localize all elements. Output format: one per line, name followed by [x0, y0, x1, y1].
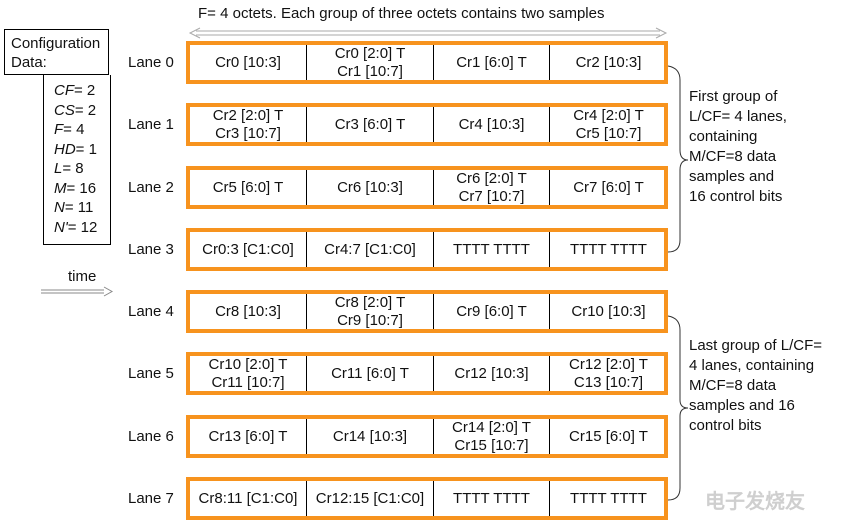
last-group-note: Last group of L/CF= 4 lanes, containing … — [689, 337, 822, 434]
param-name: CF — [54, 82, 74, 99]
config-param: HD= 1 — [54, 140, 110, 160]
lane-label: Lane 0 — [128, 54, 174, 71]
octet-cell: Cr14 [10:3] — [307, 419, 434, 454]
param-value: = 2 — [74, 101, 97, 119]
octet-cell: Cr5 [6:0] T — [190, 170, 307, 205]
configuration-title: Configuration Data: — [4, 29, 109, 75]
octet-cell: Cr7 [6:0] T — [573, 178, 644, 196]
config-param: L= 8 — [54, 159, 110, 179]
octet-cell: TTTT TTTT — [434, 232, 550, 267]
octet-cell: Cr4:7 [C1:C0] — [307, 232, 434, 267]
octet-cell: Cr0 [10:3] — [190, 45, 307, 80]
last-group-brace — [667, 315, 689, 501]
param-value: = 16 — [66, 179, 97, 197]
octet-cell: Cr15 [6:0] T — [569, 427, 648, 445]
param-value: = 2 — [74, 82, 96, 99]
config-param: CS= 2 — [54, 101, 110, 121]
lane-label: Lane 6 — [128, 428, 174, 445]
watermark-logo: 电子发烧友 — [705, 491, 805, 513]
param-name: M — [54, 179, 67, 197]
octet-cell: Cr2 [10:3] — [575, 53, 642, 71]
config-param: F= 4 — [54, 120, 110, 140]
lane-box: Cr8 [10:3] Cr8 [2:0] T Cr9 [10:7] Cr9 [6:0… — [186, 290, 668, 333]
lane-box: Cr0:3 [C1:C0] Cr4:7 [C1:C0] TTTT TTTT TTTT … — [186, 228, 668, 271]
octet-cell: Cr14 [2:0] T Cr15 [10:7] — [434, 419, 550, 454]
lane-box: Cr10 [2:0] T Cr11 [10:7] Cr11 [6:0] T Cr12… — [186, 352, 668, 395]
param-value: = 11 — [64, 199, 94, 216]
param-value: = 8 — [62, 160, 84, 177]
octet-cell: Cr6 [2:0] T Cr7 [10:7] — [434, 170, 550, 205]
param-name: HD — [54, 140, 76, 158]
lane-label: Lane 2 — [128, 179, 174, 196]
lane-box: Cr5 [6:0] T Cr6 [10:3] Cr6 [2:0] T Cr7 [10… — [186, 166, 668, 209]
octet-cell: Cr10 [2:0] T Cr11 [10:7] — [190, 356, 307, 391]
first-group-brace — [667, 65, 689, 253]
octet-cell: Cr12 [2:0] T C13 [10:7] — [569, 355, 648, 391]
param-name: F — [54, 121, 64, 138]
first-group-note: First group of L/CF= 4 lanes, containing… — [689, 88, 787, 205]
octet-cell: Cr8 [2:0] T Cr9 [10:7] — [307, 294, 434, 329]
diagram: F= 4 octets. Each group of three octets … — [0, 0, 848, 532]
time-label: time — [68, 268, 97, 285]
octet-cell: Cr10 [10:3] — [571, 302, 646, 320]
lane-box: Cr13 [6:0] T Cr14 [10:3] Cr14 [2:0] T Cr15… — [186, 415, 668, 458]
configuration-values: CF= 2 CS= 2 F= 4 HD= 1 L= 8 M= 16 N= 11 N'= 12 — [43, 75, 111, 245]
octet-cell: Cr0:3 [C1:C0] — [190, 232, 307, 267]
config-param: N= 11 — [54, 198, 110, 218]
octet-cell: Cr3 [6:0] T — [307, 107, 434, 142]
octet-cell: Cr12:15 [C1:C0] — [307, 481, 434, 516]
octet-cell: Cr9 [6:0] T — [434, 294, 550, 329]
param-value: = 4 — [63, 121, 85, 138]
config-param: N'= 12 — [54, 218, 110, 238]
octet-width-arrow — [188, 27, 668, 39]
octet-cell: Cr8:11 [C1:C0] — [190, 481, 307, 516]
lane-label: Lane 7 — [128, 490, 174, 507]
lane-label: Lane 4 — [128, 303, 174, 320]
lane-label: Lane 5 — [128, 365, 174, 382]
lane-box: Cr8:11 [C1:C0] Cr12:15 [C1:C0] TTTT TTTT TT… — [186, 477, 668, 520]
octet-cell: Cr13 [6:0] T — [190, 419, 307, 454]
octet-cell: Cr6 [10:3] — [307, 170, 434, 205]
octet-cell: Cr11 [6:0] T — [307, 356, 434, 391]
config-param: CF= 2 — [54, 81, 110, 101]
octet-cell: Cr12 [10:3] — [434, 356, 550, 391]
octet-cell: Cr0 [2:0] T Cr1 [10:7] — [307, 45, 434, 80]
lane-label: Lane 1 — [128, 116, 174, 133]
param-name: N' — [54, 218, 68, 236]
octet-cell: TTTT TTTT — [570, 240, 647, 258]
octet-cell: Cr4 [10:3] — [434, 107, 550, 142]
time-arrow — [41, 286, 114, 297]
octet-cell: Cr1 [6:0] T — [434, 45, 550, 80]
octet-cell: TTTT TTTT — [570, 489, 647, 507]
lane-label: Lane 3 — [128, 241, 174, 258]
octet-cell: Cr2 [2:0] T Cr3 [10:7] — [190, 107, 307, 142]
lane-box: Cr2 [2:0] T Cr3 [10:7] Cr3 [6:0] T Cr4 [10… — [186, 103, 668, 146]
octet-cell: Cr8 [10:3] — [190, 294, 307, 329]
config-param: M= 16 — [54, 179, 110, 199]
octet-cell: TTTT TTTT — [434, 481, 550, 516]
lane-box: Cr0 [10:3] Cr0 [2:0] T Cr1 [10:7] Cr1 [6:0… — [186, 41, 668, 84]
param-name: N — [54, 199, 65, 216]
param-value: = 12 — [67, 218, 98, 236]
param-value: = 1 — [75, 140, 97, 158]
octet-cell: Cr4 [2:0] T Cr5 [10:7] — [573, 106, 644, 142]
param-name: CS — [54, 101, 75, 119]
